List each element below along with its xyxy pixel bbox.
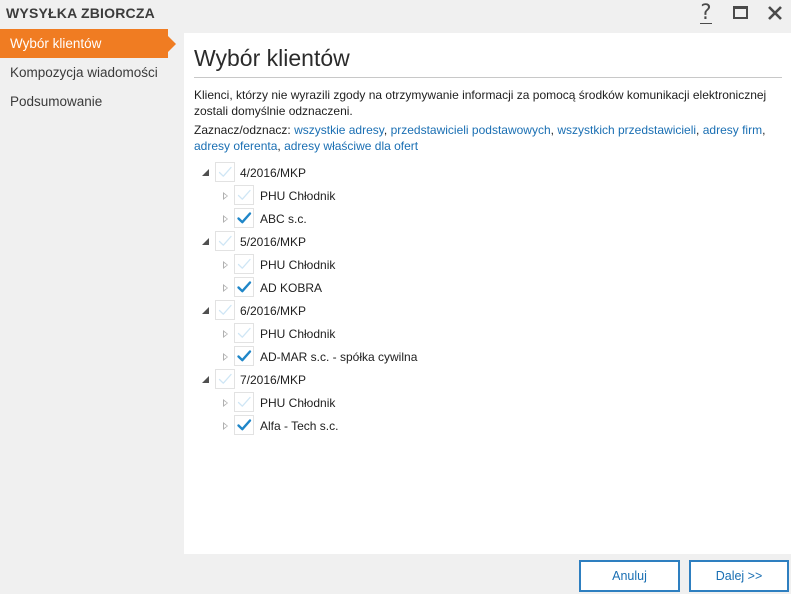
cancel-button[interactable]: Anuluj: [579, 560, 680, 592]
group-label: 4/2016/MKP: [240, 166, 307, 180]
step-client-selection[interactable]: Wybór klientów: [0, 29, 176, 58]
group-label: 6/2016/MKP: [240, 304, 307, 318]
maximize-button[interactable]: [729, 2, 753, 24]
client-checkbox[interactable]: [234, 415, 254, 435]
link-separator: ,: [696, 123, 700, 137]
next-button[interactable]: Dalej >>: [689, 560, 789, 592]
tree-client-row: ABC s.c.: [184, 207, 784, 230]
link-separator: ,: [383, 123, 388, 137]
client-checkbox[interactable]: [234, 208, 254, 228]
maximize-icon: [733, 6, 748, 19]
page-title: Wybór klientów: [194, 45, 350, 71]
expand-arrow-icon[interactable]: [220, 191, 230, 201]
tree-group-row: 5/2016/MKP: [184, 230, 784, 253]
client-label: PHU Chłodnik: [260, 396, 336, 410]
close-icon: [768, 6, 782, 20]
help-button[interactable]: ?: [694, 2, 718, 24]
tree-client-row: AD KOBRA: [184, 276, 784, 299]
tree-client-row: PHU Chłodnik: [184, 322, 784, 345]
step-summary[interactable]: Podsumowanie: [0, 87, 184, 116]
expand-arrow-icon[interactable]: [220, 398, 230, 408]
tree-group-row: 7/2016/MKP: [184, 368, 784, 391]
title-divider: [194, 77, 782, 78]
client-label: ABC s.c.: [260, 212, 307, 226]
link-all-representatives[interactable]: wszystkich przedstawicieli: [557, 123, 696, 137]
link-separator: ,: [277, 139, 281, 153]
tree-group-row: 6/2016/MKP: [184, 299, 784, 322]
link-separator: ,: [762, 123, 766, 137]
client-checkbox[interactable]: [234, 323, 254, 343]
link-separator: ,: [550, 123, 554, 137]
link-offerer-addresses[interactable]: adresy oferenta: [194, 139, 277, 153]
intro-text: Klienci, którzy nie wyrazili zgody na ot…: [194, 88, 767, 118]
collapse-arrow-icon[interactable]: [200, 305, 210, 315]
client-checkbox[interactable]: [234, 346, 254, 366]
client-label: PHU Chłodnik: [260, 189, 336, 203]
close-button[interactable]: [763, 2, 787, 24]
tree-client-row: Alfa - Tech s.c.: [184, 414, 784, 437]
client-label: AD-MAR s.c. - spółka cywilna: [260, 350, 418, 364]
collapse-arrow-icon[interactable]: [200, 167, 210, 177]
step-label: Wybór klientów: [10, 36, 102, 51]
link-offer-addresses[interactable]: adresy właściwe dla ofert: [284, 139, 418, 153]
tree-client-row: PHU Chłodnik: [184, 391, 784, 414]
footer-bar: Anuluj Dalej >>: [184, 554, 791, 594]
client-label: PHU Chłodnik: [260, 327, 336, 341]
expand-arrow-icon[interactable]: [220, 421, 230, 431]
tree-client-row: PHU Chłodnik: [184, 184, 784, 207]
group-label: 5/2016/MKP: [240, 235, 307, 249]
client-label: AD KOBRA: [260, 281, 323, 295]
collapse-arrow-icon[interactable]: [200, 236, 210, 246]
select-prefix: Zaznacz/odznacz:: [194, 123, 291, 137]
help-icon: ?: [694, 2, 718, 23]
expand-arrow-icon[interactable]: [220, 329, 230, 339]
client-label: PHU Chłodnik: [260, 258, 336, 272]
collapse-arrow-icon[interactable]: [200, 374, 210, 384]
link-primary-representatives[interactable]: przedstawicieli podstawowych: [391, 123, 551, 137]
client-checkbox[interactable]: [234, 277, 254, 297]
group-checkbox[interactable]: [215, 300, 235, 320]
client-checkbox[interactable]: [234, 185, 254, 205]
step-message-composition[interactable]: Kompozycja wiadomości: [0, 58, 184, 87]
group-checkbox[interactable]: [215, 231, 235, 251]
client-tree: 4/2016/MKP PHU Chłodnik ABC s.c. 5/2016/MKP…: [184, 161, 784, 437]
tree-client-row: AD-MAR s.c. - spółka cywilna: [184, 345, 784, 368]
tree-group-row: 4/2016/MKP: [184, 161, 784, 184]
group-checkbox[interactable]: [215, 369, 235, 389]
link-company-addresses[interactable]: adresy firm: [703, 123, 762, 137]
group-checkbox[interactable]: [215, 162, 235, 182]
tree-client-row: PHU Chłodnik: [184, 253, 784, 276]
client-checkbox[interactable]: [234, 254, 254, 274]
expand-arrow-icon[interactable]: [220, 260, 230, 270]
group-label: 7/2016/MKP: [240, 373, 307, 387]
window-title: WYSYŁKA ZBIORCZA: [6, 5, 155, 21]
wizard-steps-sidebar: Wybór klientów Kompozycja wiadomości Pod…: [0, 27, 184, 594]
expand-arrow-icon[interactable]: [220, 214, 230, 224]
link-all-addresses[interactable]: wszystkie adresy: [294, 123, 384, 137]
expand-arrow-icon[interactable]: [220, 283, 230, 293]
expand-arrow-icon[interactable]: [220, 352, 230, 362]
step-label: Podsumowanie: [10, 94, 103, 109]
select-toggle-line: Zaznacz/odznacz: wszystkie adresy, przed…: [194, 122, 784, 154]
step-label: Kompozycja wiadomości: [10, 65, 158, 80]
content-panel: Wybór klientów Klienci, którzy nie wyraz…: [184, 33, 791, 554]
client-checkbox[interactable]: [234, 392, 254, 412]
client-label: Alfa - Tech s.c.: [260, 419, 339, 433]
title-bar: WYSYŁKA ZBIORCZA ?: [0, 0, 791, 27]
